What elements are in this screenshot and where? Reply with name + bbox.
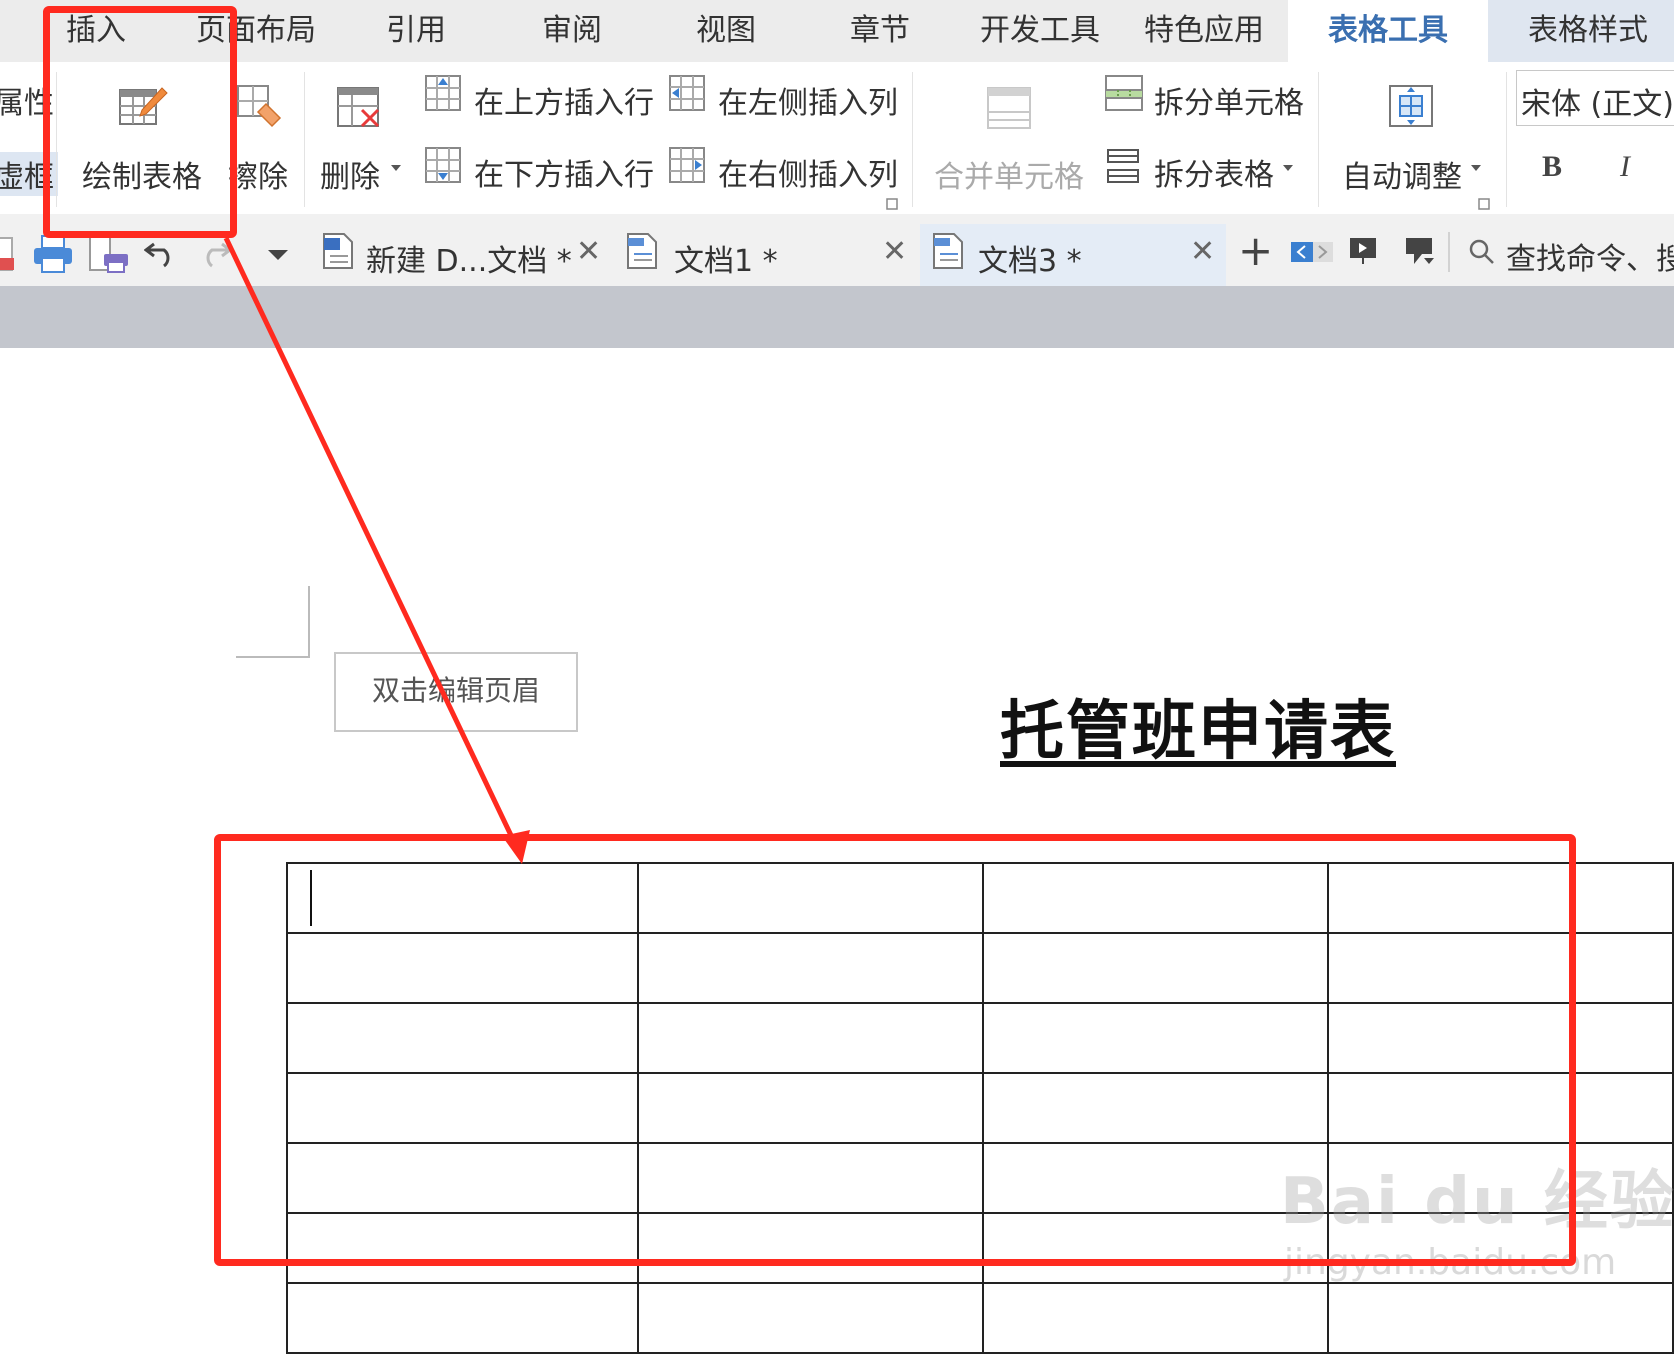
split-cells-icon <box>1105 75 1143 111</box>
delete-table-icon <box>337 87 380 128</box>
merge-cells-label: 合并单元格 <box>934 160 1084 195</box>
tab-review[interactable]: 审阅 <box>542 0 602 62</box>
split-table-icon <box>1107 149 1139 183</box>
highlight-box-table <box>214 834 1576 1266</box>
presentation-icon[interactable] <box>1348 236 1378 266</box>
search-command-input[interactable]: 查找命令、搜 <box>1506 234 1674 278</box>
erase-label: 擦除 <box>228 160 288 195</box>
switch-window-icon[interactable] <box>1290 240 1334 264</box>
table-cell[interactable] <box>637 1282 985 1354</box>
ribbon-separator <box>912 72 913 207</box>
document-tab-bar: 新建 D...文档 * ✕ 文档1 * ✕ 文档3 * ✕ + 查找命令、搜 <box>0 214 1674 289</box>
tab-developer[interactable]: 开发工具 <box>980 0 1100 62</box>
highlight-box-draw-table <box>43 6 237 238</box>
wps-doc-icon <box>933 233 963 269</box>
bold-button[interactable]: B <box>1542 150 1562 184</box>
export-pdf-icon[interactable] <box>0 236 18 276</box>
ribbon-separator <box>304 72 305 207</box>
insert-row-below-label: 在下方插入行 <box>474 158 654 193</box>
redo-icon[interactable] <box>198 236 232 268</box>
ribbon-separator <box>1506 72 1507 207</box>
table-cell[interactable] <box>982 1282 1329 1354</box>
split-table-label: 拆分表格 <box>1154 158 1274 193</box>
wps-doc-icon <box>627 233 657 269</box>
menu-bar: 插入 页面布局 引用 审阅 视图 章节 开发工具 特色应用 表格工具 表格样式 <box>0 0 1674 62</box>
page-gutter <box>0 286 1674 348</box>
doc-tab-label: 文档3 * <box>978 244 1082 279</box>
auto-fit-label: 自动调整 <box>1342 160 1462 195</box>
ribbon-separator <box>1318 72 1319 207</box>
tab-special-apps[interactable]: 特色应用 <box>1144 0 1264 62</box>
close-icon[interactable]: ✕ <box>882 234 907 269</box>
delete-label: 删除 <box>320 160 380 195</box>
insert-col-right-label: 在右侧插入列 <box>718 158 898 193</box>
chevron-down-icon <box>1283 165 1293 171</box>
close-icon[interactable]: ✕ <box>1190 234 1215 269</box>
insert-row-above-label: 在上方插入行 <box>474 86 654 121</box>
tab-table-tools[interactable]: 表格工具 <box>1288 0 1488 62</box>
header-hint[interactable]: 双击编辑页眉 <box>334 652 578 732</box>
tab-sections[interactable]: 章节 <box>850 0 910 62</box>
toolbar-separator <box>1448 232 1450 272</box>
table-cell[interactable] <box>285 1282 640 1354</box>
doc-tab-label: 文档1 * <box>674 244 778 279</box>
doc-tab-3-active[interactable]: 文档3 * ✕ <box>920 224 1226 289</box>
document-title: 托管班申请表 <box>1000 694 1396 769</box>
font-name-value: 宋体 (正文) <box>1521 87 1674 122</box>
chevron-down-icon <box>391 165 401 171</box>
table-cell[interactable] <box>1327 1282 1674 1354</box>
search-icon <box>1469 239 1494 264</box>
ribbon: 属性 虚框 绘制表格 擦除 删除 在上方插入行 在下方插入行 在左侧插入列 在右… <box>0 62 1674 215</box>
split-cells-label: 拆分单元格 <box>1154 86 1304 121</box>
auto-fit-icon <box>1389 85 1433 127</box>
dialog-launcher-icon[interactable] <box>1478 198 1490 210</box>
tab-table-style[interactable]: 表格样式 <box>1488 0 1674 62</box>
chevron-down-icon <box>1471 165 1481 171</box>
print-preview-icon[interactable] <box>88 232 130 276</box>
insert-row-above-icon <box>425 75 461 111</box>
dialog-launcher-icon[interactable] <box>886 198 898 210</box>
print-icon[interactable] <box>32 234 74 274</box>
window-menu-icon[interactable] <box>1404 236 1436 268</box>
insert-column-right-icon <box>669 147 705 183</box>
tab-view[interactable]: 视图 <box>696 0 756 62</box>
margin-corner-mark <box>308 586 310 658</box>
close-icon[interactable]: ✕ <box>576 234 601 269</box>
italic-button[interactable]: I <box>1620 150 1630 184</box>
doc-tab-label: 新建 D...文档 * <box>366 244 572 279</box>
merge-cells-icon <box>987 87 1031 129</box>
tab-references[interactable]: 引用 <box>386 0 446 62</box>
customize-toolbar-icon[interactable] <box>266 248 290 262</box>
insert-column-left-icon <box>669 75 705 111</box>
undo-icon[interactable] <box>144 236 178 268</box>
margin-corner-mark <box>236 656 310 658</box>
insert-col-left-label: 在左侧插入列 <box>718 86 898 121</box>
new-tab-plus-icon[interactable]: + <box>1238 226 1273 275</box>
insert-row-below-icon <box>425 147 461 183</box>
eraser-icon <box>237 85 282 128</box>
doc-tab-1[interactable]: 新建 D...文档 * ✕ <box>308 224 608 286</box>
doc-tab-2[interactable]: 文档1 * ✕ <box>614 224 914 286</box>
table-row <box>285 1282 1674 1354</box>
word-doc-icon <box>323 233 353 269</box>
font-name-select[interactable]: 宋体 (正文) <box>1516 70 1674 126</box>
